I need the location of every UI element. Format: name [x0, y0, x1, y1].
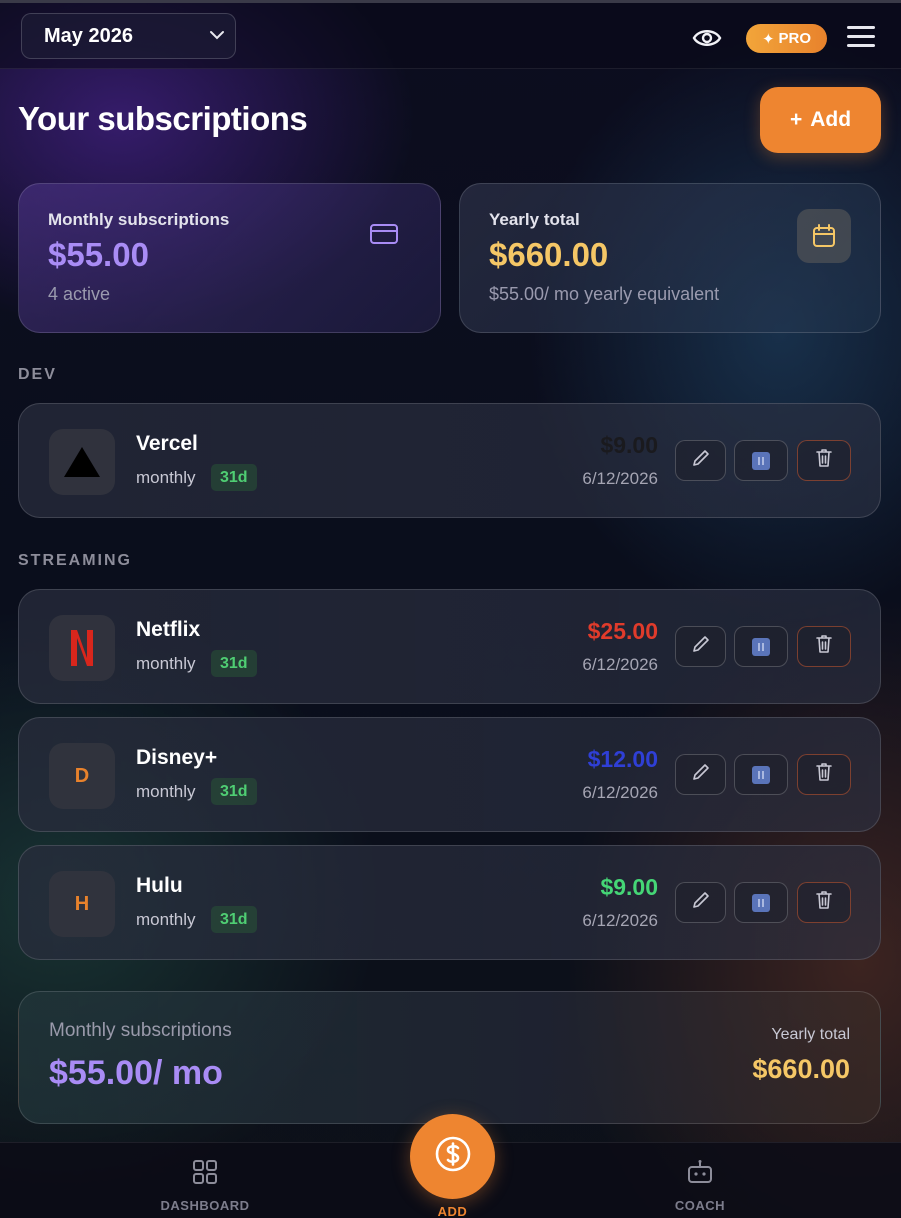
subscription-price: $25.00 — [587, 618, 658, 644]
netflix-logo-icon — [49, 615, 115, 681]
subscription-name: Disney+ — [136, 746, 218, 769]
trash-icon — [814, 633, 834, 660]
days-remaining-badge: 31d — [211, 906, 257, 933]
delete-button[interactable] — [797, 882, 851, 923]
subscription-card-vercel[interactable]: Vercel monthly 31d $9.00 6/12/2026 — [18, 403, 881, 518]
subscription-price: $12.00 — [587, 746, 658, 772]
subscription-cycle: monthly — [136, 910, 196, 929]
days-remaining-badge: 31d — [211, 650, 257, 677]
subscription-card-hulu[interactable]: H Hulu monthly 31d $9.00 6/12/2026 — [18, 845, 881, 960]
calendar-icon — [797, 209, 851, 263]
summary-monthly-value: $55.00/ mo — [49, 1054, 223, 1092]
edit-button[interactable] — [675, 440, 726, 481]
nav-coach[interactable]: COACH — [664, 1159, 736, 1213]
edit-button[interactable] — [675, 882, 726, 923]
nav-dashboard-label: DASHBOARD — [160, 1198, 250, 1213]
add-subscription-button[interactable]: + Add — [760, 87, 881, 153]
plus-icon: + — [789, 108, 803, 131]
subscription-name: Hulu — [136, 874, 183, 897]
dollar-coin-icon — [433, 1134, 473, 1179]
top-bar: May 2026 ✦ PRO — [0, 0, 901, 69]
trash-icon — [814, 889, 834, 916]
credit-card-icon — [369, 222, 399, 246]
pencil-icon — [691, 890, 711, 915]
edit-button[interactable] — [675, 754, 726, 795]
subscription-cycle: monthly — [136, 468, 196, 487]
pro-label: PRO — [778, 30, 812, 47]
pencil-icon — [691, 762, 711, 787]
subscription-cycle: monthly — [136, 654, 196, 673]
yearly-stat-sub: $55.00/ mo yearly equivalent — [489, 284, 720, 304]
pause-button[interactable] — [734, 882, 788, 923]
pencil-icon — [691, 448, 711, 473]
pause-icon — [752, 451, 770, 470]
subscription-date: 6/12/2026 — [582, 655, 658, 674]
nav-dashboard[interactable]: DASHBOARD — [160, 1159, 250, 1213]
nav-coach-label: COACH — [674, 1198, 726, 1213]
summary-yearly-label: Yearly total — [771, 1026, 850, 1043]
subscription-price: $9.00 — [600, 874, 658, 900]
pause-button[interactable] — [734, 754, 788, 795]
monthly-stat-sub: 4 active — [48, 284, 111, 304]
subscription-cycle: monthly — [136, 782, 196, 801]
monthly-stat-label: Monthly subscriptions — [48, 210, 230, 229]
subscription-price: $9.00 — [600, 432, 658, 458]
summary-card: Monthly subscriptions $55.00/ mo Yearly … — [18, 991, 881, 1124]
pro-badge[interactable]: ✦ PRO — [746, 24, 827, 53]
delete-button[interactable] — [797, 626, 851, 667]
subscription-date: 6/12/2026 — [582, 469, 658, 488]
hamburger-menu-icon[interactable] — [847, 26, 875, 50]
sparkle-icon: ✦ — [761, 30, 775, 48]
letter-avatar: H — [49, 871, 115, 937]
page-title: Your subscriptions — [18, 100, 308, 137]
pause-icon — [752, 893, 770, 912]
add-button-label: Add — [810, 108, 852, 131]
yearly-stat-card: Yearly total $660.00 $55.00/ mo yearly e… — [459, 183, 881, 333]
delete-button[interactable] — [797, 754, 851, 795]
days-remaining-badge: 31d — [211, 778, 257, 805]
summary-monthly-label: Monthly subscriptions — [49, 1020, 232, 1041]
subscription-date: 6/12/2026 — [582, 911, 658, 930]
nav-add-label: ADD — [437, 1204, 468, 1218]
pencil-icon — [691, 634, 711, 659]
subscription-card-disney-plus[interactable]: D Disney+ monthly 31d $12.00 6/12/2026 — [18, 717, 881, 832]
robot-icon — [686, 1159, 714, 1190]
subscription-name: Vercel — [136, 432, 198, 455]
eye-icon[interactable] — [690, 23, 724, 53]
days-remaining-badge: 31d — [211, 464, 257, 491]
trash-icon — [814, 761, 834, 788]
monthly-stat-card: Monthly subscriptions $55.00 4 active — [18, 183, 441, 333]
monthly-stat-value: $55.00 — [48, 236, 149, 273]
subscription-card-netflix[interactable]: Netflix monthly 31d $25.00 6/12/2026 — [18, 589, 881, 704]
vercel-logo-icon — [49, 429, 115, 495]
chevron-down-icon — [209, 27, 225, 45]
subscription-name: Netflix — [136, 618, 201, 641]
section-label-dev: DEV — [18, 366, 57, 383]
pause-icon — [752, 765, 770, 784]
add-fab-button[interactable] — [410, 1114, 495, 1199]
delete-button[interactable] — [797, 440, 851, 481]
pause-button[interactable] — [734, 440, 788, 481]
pause-button[interactable] — [734, 626, 788, 667]
section-label-streaming: STREAMING — [18, 552, 132, 569]
subscription-date: 6/12/2026 — [582, 783, 658, 802]
summary-yearly-value: $660.00 — [752, 1054, 850, 1084]
pause-icon — [752, 637, 770, 656]
trash-icon — [814, 447, 834, 474]
edit-button[interactable] — [675, 626, 726, 667]
month-select[interactable]: May 2026 — [21, 13, 236, 59]
letter-avatar: D — [49, 743, 115, 809]
month-select-value: May 2026 — [44, 24, 133, 47]
dashboard-grid-icon — [192, 1159, 218, 1190]
